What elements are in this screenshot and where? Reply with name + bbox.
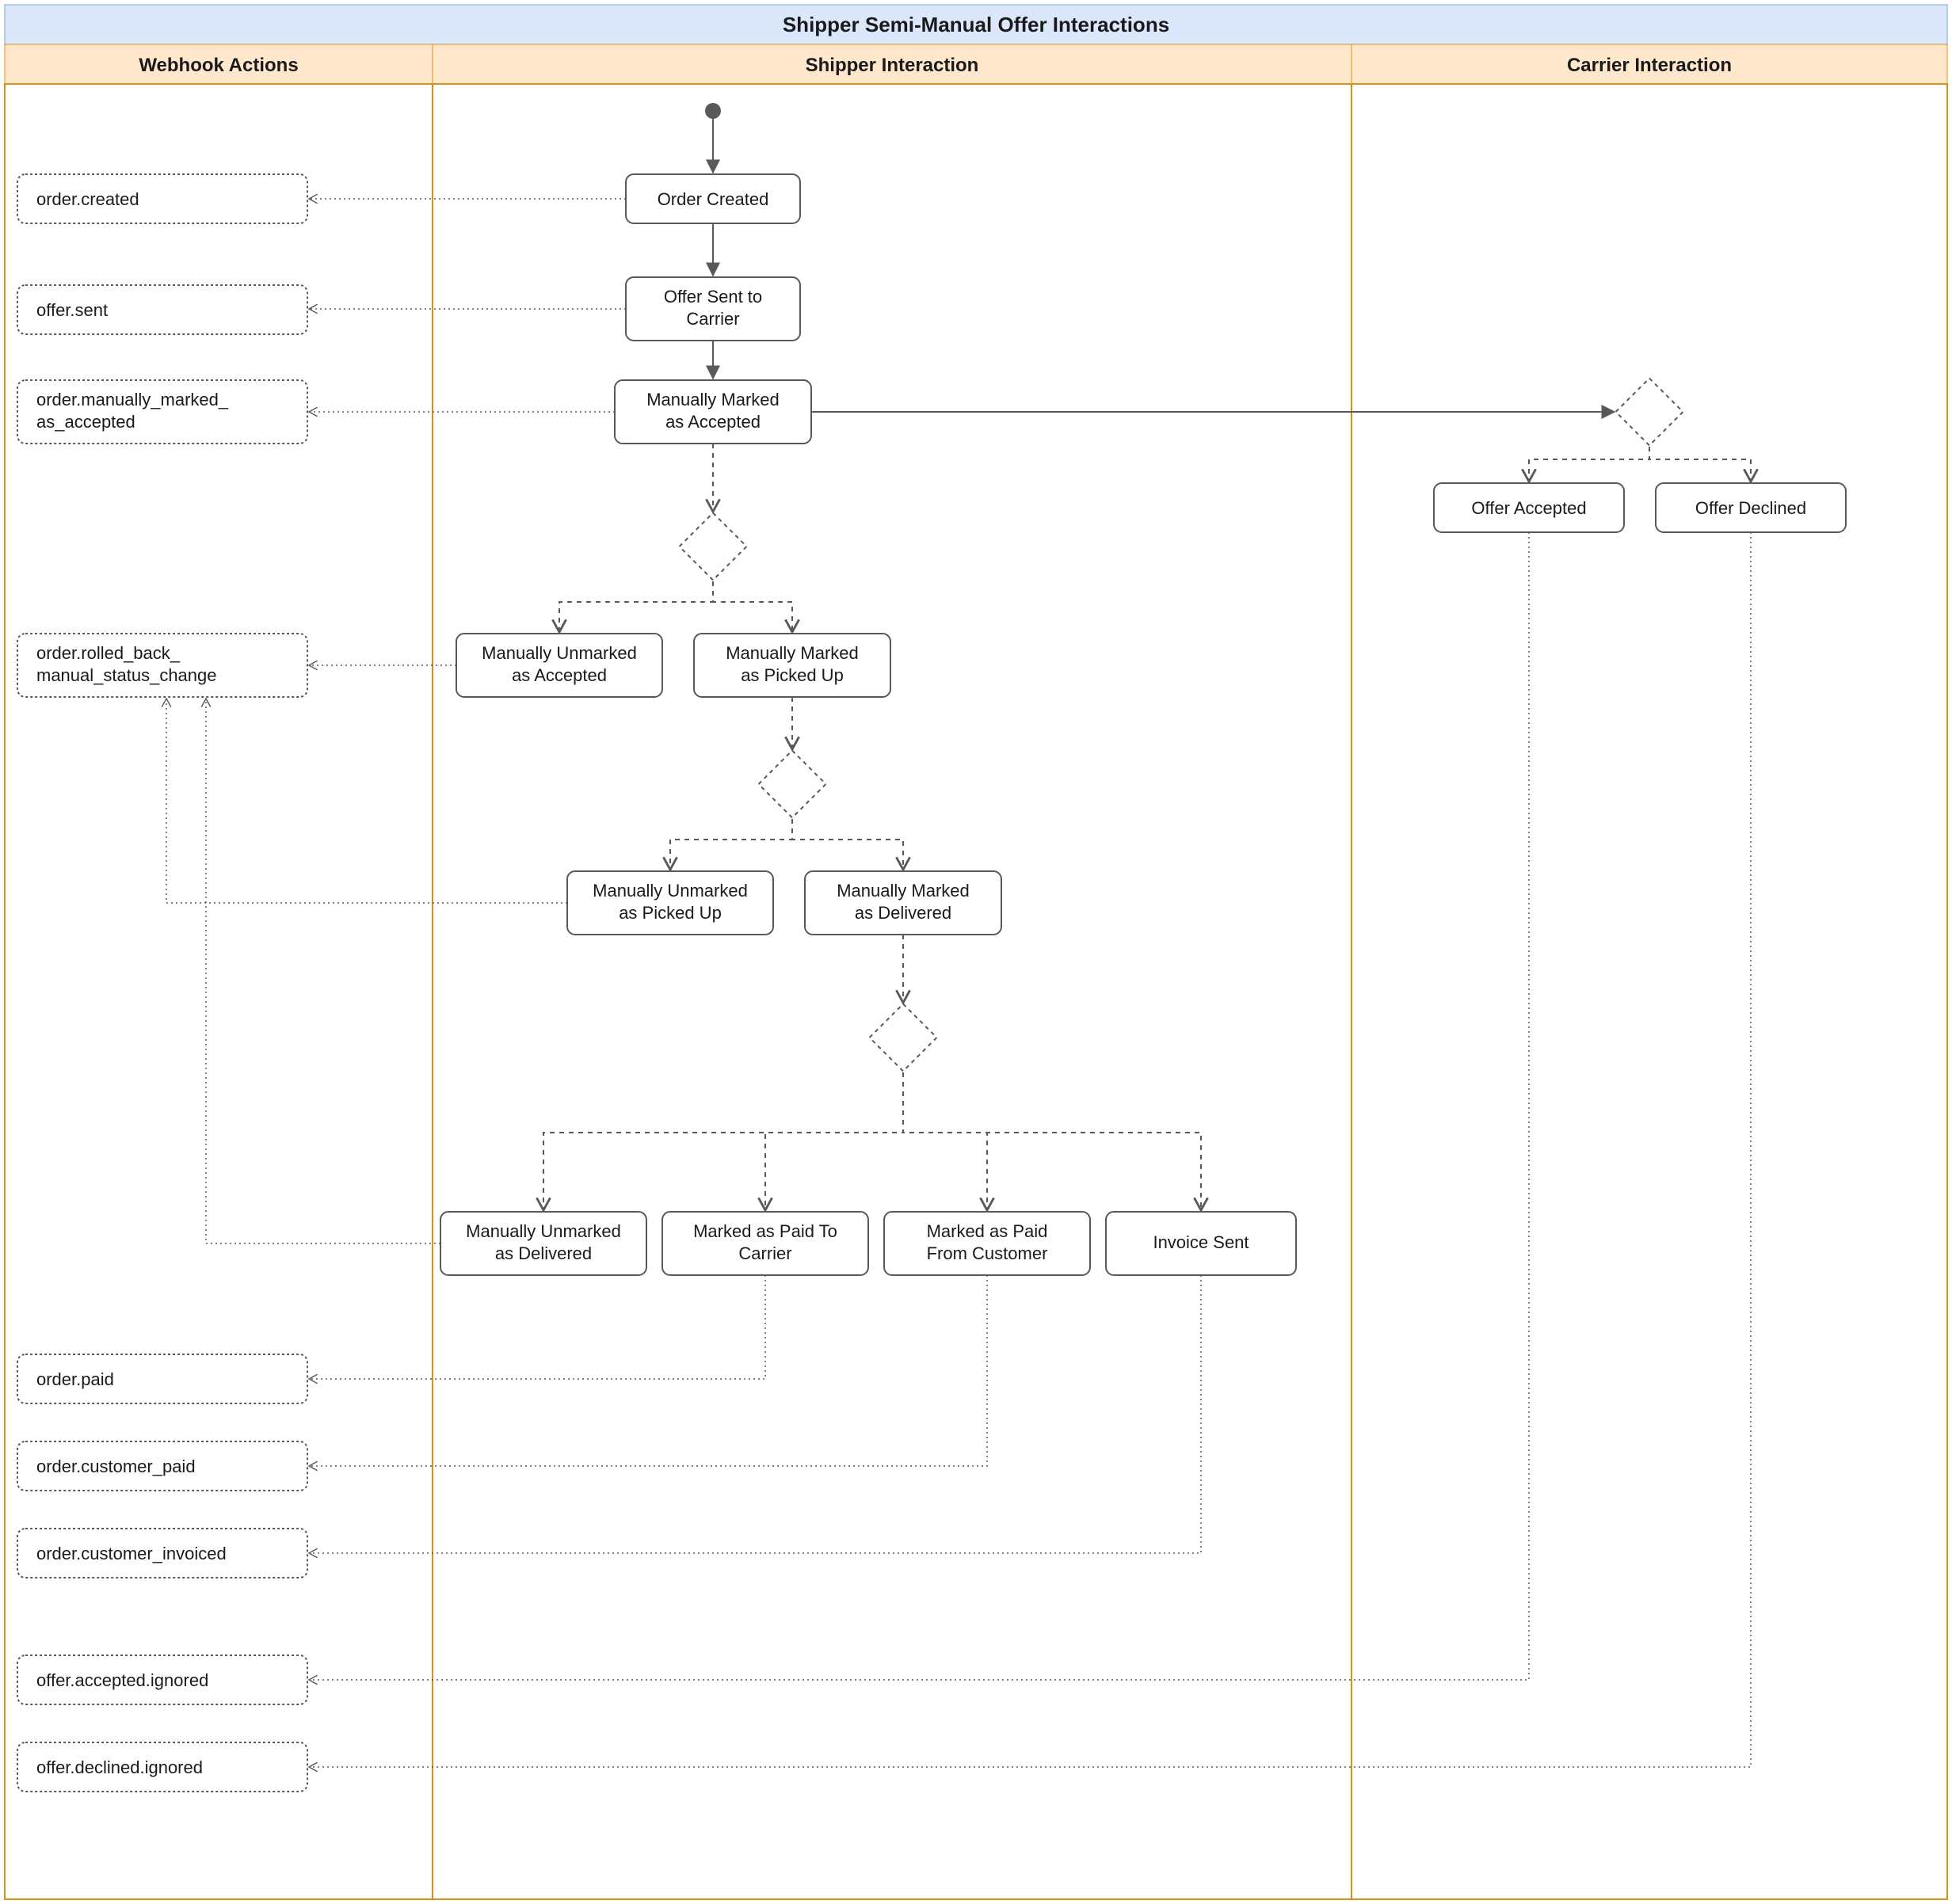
webhook-label: offer.sent: [36, 300, 108, 320]
node-label: From Customer: [927, 1243, 1048, 1263]
lane-body-webhook: [5, 84, 433, 1899]
node-label: Offer Sent to: [664, 287, 762, 307]
webhook-label: manual_status_change: [36, 665, 217, 685]
node-label: Invoice Sent: [1153, 1232, 1249, 1252]
node-label: as Accepted: [665, 412, 761, 432]
node-label: Manually Unmarked: [482, 643, 637, 663]
node-label: as Delivered: [855, 903, 951, 923]
webhook-label: as_accepted: [36, 412, 135, 432]
lane-body-shipper: [433, 84, 1352, 1899]
flowchart-diagram: Shipper Semi-Manual Offer Interactions W…: [0, 0, 1952, 1904]
webhook-label: offer.declined.ignored: [36, 1757, 203, 1777]
lane-header-label: Shipper Interaction: [806, 55, 979, 76]
lane-body-carrier: [1352, 84, 1947, 1899]
webhook-label: order.customer_paid: [36, 1457, 196, 1476]
node-label: Manually Unmarked: [593, 881, 748, 901]
start-node: [705, 103, 721, 119]
node-label: Carrier: [686, 309, 739, 329]
node-label: Manually Marked: [837, 881, 970, 901]
node-label: Marked as Paid: [927, 1221, 1048, 1241]
node-label: as Picked Up: [619, 903, 722, 923]
webhook-label: order.rolled_back_: [36, 643, 181, 663]
node-label: Offer Accepted: [1471, 498, 1586, 518]
node-label: as Delivered: [495, 1243, 592, 1263]
node-label: Order Created: [658, 189, 769, 209]
webhook-label: offer.accepted.ignored: [36, 1670, 208, 1690]
webhook-label: order.paid: [36, 1369, 114, 1389]
webhook-label: order.manually_marked_: [36, 390, 229, 409]
node-label: Offer Declined: [1695, 498, 1806, 518]
node-label: Manually Marked: [726, 643, 859, 663]
lane-header-label: Carrier Interaction: [1567, 55, 1732, 76]
webhook-label: order.customer_invoiced: [36, 1544, 227, 1563]
lane-header-label: Webhook Actions: [139, 55, 298, 76]
node-label: as Accepted: [512, 665, 607, 685]
diagram-title: Shipper Semi-Manual Offer Interactions: [783, 13, 1169, 36]
webhook-label: order.created: [36, 189, 139, 209]
node-label: Manually Marked: [646, 390, 780, 409]
node-label: Manually Unmarked: [466, 1221, 621, 1241]
node-label: Marked as Paid To: [693, 1221, 837, 1241]
node-label: as Picked Up: [741, 665, 844, 685]
node-label: Carrier: [738, 1243, 791, 1263]
